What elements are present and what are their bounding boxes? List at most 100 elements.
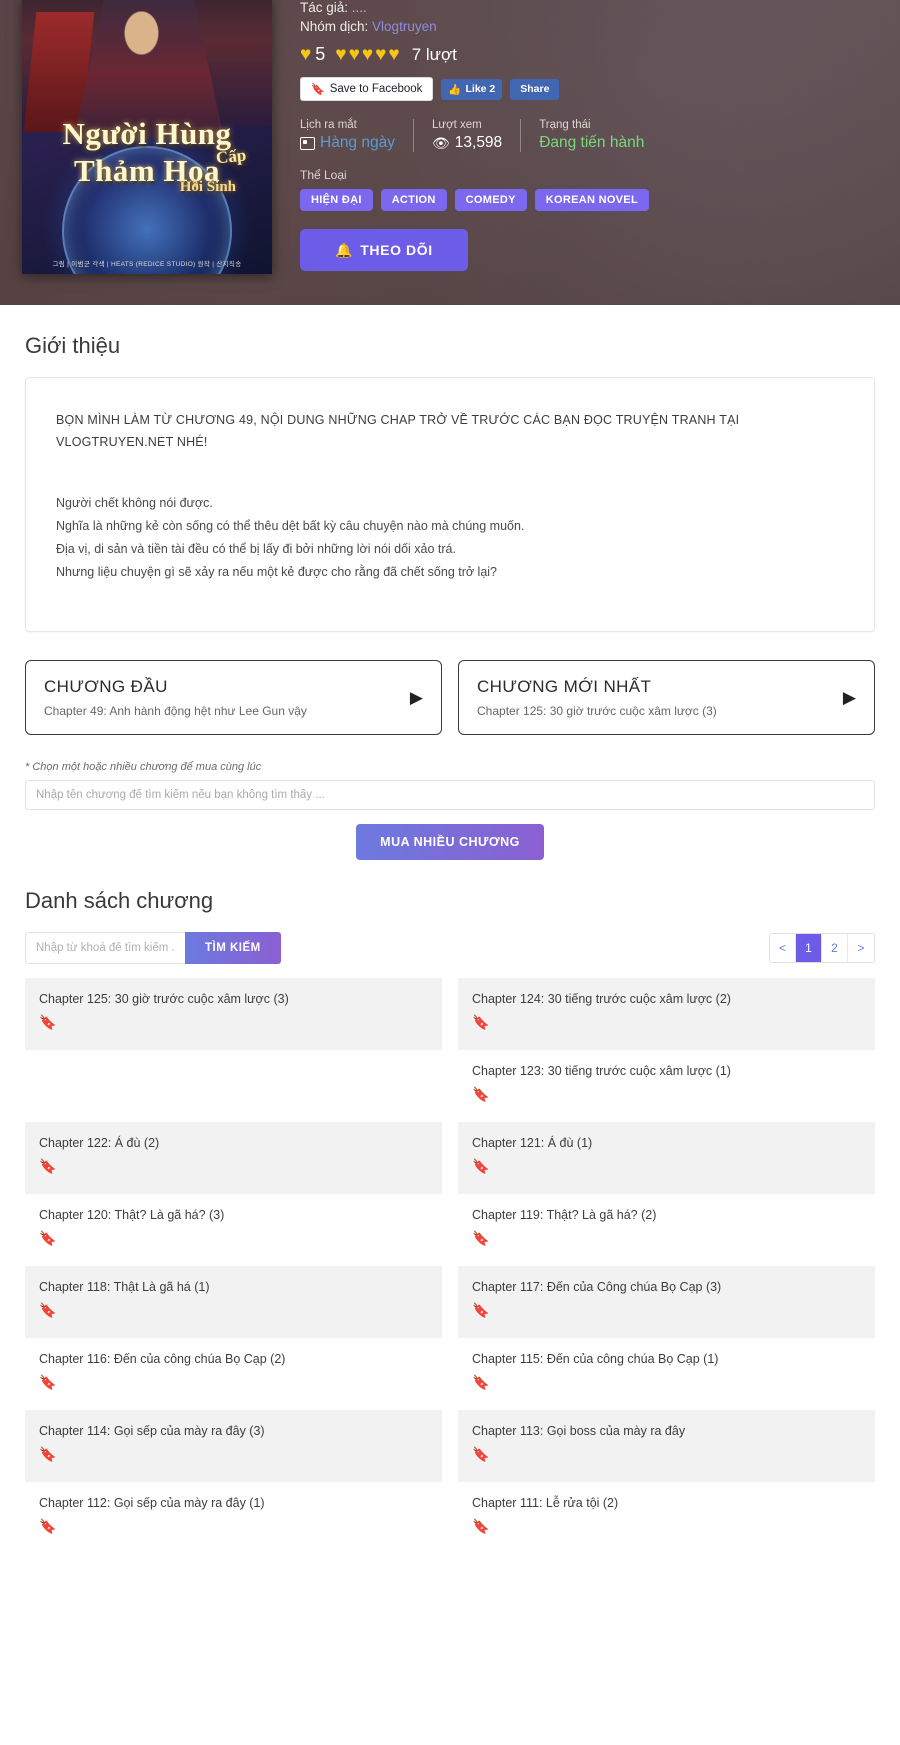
page-body: Giới thiệu BỌN MÌNH LÀM TỪ CHƯƠNG 49, NỘ… xyxy=(0,333,900,1554)
rating-count: 7 lượt xyxy=(411,44,457,64)
bookmark-icon[interactable]: 🔖 xyxy=(472,1231,861,1245)
facebook-like-label: Like 2 xyxy=(465,83,496,95)
chapter-item[interactable]: Chapter 114: Gọi sếp của mày ra đây (3) … xyxy=(25,1410,442,1482)
bookmark-icon[interactable]: 🔖 xyxy=(472,1159,861,1173)
chapter-grid: Chapter 125: 30 giờ trước cuộc xâm lược … xyxy=(25,978,875,1554)
cover-credits: 그림 | 이범군 각색 | HEATS (REDICE STUDIO) 원작 |… xyxy=(52,261,242,268)
pagination-prev[interactable]: < xyxy=(770,934,796,962)
chapter-item-label: Chapter 111: Lễ rửa tội (2) xyxy=(472,1496,619,1510)
heart-icon[interactable]: ♥ xyxy=(362,45,373,64)
description-box: BỌN MÌNH LÀM TỪ CHƯƠNG 49, NỘI DUNG NHỮN… xyxy=(25,377,875,632)
description-line: Nhưng liệu chuyện gì sẽ xảy ra nếu một k… xyxy=(56,565,498,580)
facebook-like-button[interactable]: 👍 Like 2 xyxy=(441,78,503,100)
genre-tag[interactable]: KOREAN NOVEL xyxy=(534,189,649,211)
chapter-item[interactable]: Chapter 124: 30 tiếng trước cuộc xâm lượ… xyxy=(458,978,875,1050)
save-to-facebook-button[interactable]: 🔖 Save to Facebook xyxy=(300,77,434,101)
genre-list: HIỆN ĐẠI ACTION COMEDY KOREAN NOVEL xyxy=(300,189,878,211)
author-row: Tác giả: .... xyxy=(300,0,878,15)
bulk-buy-search-input[interactable] xyxy=(25,780,875,810)
stat-value: Đang tiến hành xyxy=(539,134,645,151)
stats-row: Lịch ra mắt Hàng ngày Lượt xem 👁 13,598 … xyxy=(300,119,878,152)
bookmark-icon[interactable]: 🔖 xyxy=(39,1159,428,1173)
heart-icon[interactable]: ♥ xyxy=(388,45,399,64)
chapter-item[interactable]: Chapter 120: Thật? Là gã há? (3) 🔖 xyxy=(25,1194,442,1266)
chapter-search-button[interactable]: TÌM KIẾM xyxy=(185,932,281,964)
stat-label: Trạng thái xyxy=(539,119,591,131)
chapter-item[interactable]: Chapter 122: Á đù (2) 🔖 xyxy=(25,1122,442,1194)
chapter-column-right: Chapter 124: 30 tiếng trước cuộc xâm lượ… xyxy=(458,978,875,1554)
stat-value: Hàng ngày xyxy=(320,134,395,151)
stat-release-schedule: Lịch ra mắt Hàng ngày xyxy=(300,119,413,152)
genre-label: Thể Loại xyxy=(300,168,347,182)
stat-value-wrap: 👁 13,598 xyxy=(432,134,502,152)
comic-cover-image[interactable]: Người Hùng Thảm Họa Cấp Hồi Sinh 그림 | 이범… xyxy=(22,0,272,274)
bookmark-icon[interactable]: 🔖 xyxy=(39,1447,428,1461)
chapter-item[interactable]: Chapter 115: Đến của công chúa Bọ Cạp (1… xyxy=(458,1338,875,1410)
heart-icon[interactable]: ♥ xyxy=(349,45,360,64)
pagination-page-1[interactable]: 1 xyxy=(796,934,822,962)
chapter-item[interactable]: Chapter 117: Đến của Công chúa Bọ Cạp (3… xyxy=(458,1266,875,1338)
calendar-icon xyxy=(300,136,315,150)
pagination-next[interactable]: > xyxy=(848,934,874,962)
cover-column: Người Hùng Thảm Họa Cấp Hồi Sinh 그림 | 이범… xyxy=(22,0,272,305)
chapter-item[interactable]: Chapter 112: Gọi sếp của mày ra đây (1) … xyxy=(25,1482,442,1554)
heart-icon[interactable]: ♥ xyxy=(335,45,346,64)
chapter-item[interactable]: Chapter 123: 30 tiếng trước cuộc xâm lượ… xyxy=(458,1050,875,1122)
bookmark-icon[interactable]: 🔖 xyxy=(39,1519,428,1533)
save-to-facebook-label: Save to Facebook xyxy=(329,83,423,95)
bookmark-icon[interactable]: 🔖 xyxy=(472,1015,861,1029)
chapter-item[interactable]: Chapter 113: Gọi boss của mày ra đây 🔖 xyxy=(458,1410,875,1482)
facebook-share-label: Share xyxy=(520,83,550,95)
bookmark-icon[interactable]: 🔖 xyxy=(472,1519,861,1533)
team-value[interactable]: Vlogtruyen xyxy=(372,19,437,34)
team-row: Nhóm dịch: Vlogtruyen xyxy=(300,19,878,34)
chapter-item[interactable]: Chapter 118: Thật Là gã há (1) 🔖 xyxy=(25,1266,442,1338)
facebook-share-button[interactable]: Share xyxy=(510,78,560,100)
chapter-item[interactable]: Chapter 121: Á đù (1) 🔖 xyxy=(458,1122,875,1194)
description-paragraphs: Người chết không nói được. Nghĩa là nhữn… xyxy=(56,492,844,585)
hero-banner: Người Hùng Thảm Họa Cấp Hồi Sinh 그림 | 이범… xyxy=(0,0,900,305)
chapter-nav-row: CHƯƠNG ĐẦU Chapter 49: Anh hành động hệt… xyxy=(25,660,875,735)
chapter-item-placeholder xyxy=(25,1050,442,1122)
first-chapter-subtitle: Chapter 49: Anh hành động hệt như Lee Gu… xyxy=(44,704,307,718)
bulk-buy-button[interactable]: MUA NHIỀU CHƯƠNG xyxy=(356,824,544,860)
bookmark-icon[interactable]: 🔖 xyxy=(39,1231,428,1245)
stat-views: Lượt xem 👁 13,598 xyxy=(412,119,520,152)
bookmark-icon[interactable]: 🔖 xyxy=(472,1375,861,1389)
bookmark-icon[interactable]: 🔖 xyxy=(472,1087,861,1101)
chapter-item[interactable]: Chapter 111: Lễ rửa tội (2) 🔖 xyxy=(458,1482,875,1554)
chapter-item[interactable]: Chapter 125: 30 giờ trước cuộc xâm lược … xyxy=(25,978,442,1050)
pagination: < 1 2 > xyxy=(769,933,875,963)
follow-button-label: THEO DÕI xyxy=(360,242,433,258)
first-chapter-button[interactable]: CHƯƠNG ĐẦU Chapter 49: Anh hành động hệt… xyxy=(25,660,442,735)
chapter-column-left: Chapter 125: 30 giờ trước cuộc xâm lược … xyxy=(25,978,442,1554)
bookmark-icon[interactable]: 🔖 xyxy=(39,1303,428,1317)
stat-value: 13,598 xyxy=(454,134,503,151)
follow-button[interactable]: 🔔 THEO DÕI xyxy=(300,229,468,271)
rating-row[interactable]: ♥ 5 ♥ ♥ ♥ ♥ ♥ 7 lượt xyxy=(300,44,878,65)
bookmark-icon[interactable]: 🔖 xyxy=(472,1447,861,1461)
chapter-item-label: Chapter 117: Đến của Công chúa Bọ Cạp (3… xyxy=(472,1280,722,1294)
bell-icon: 🔔 xyxy=(335,241,354,258)
chapter-item-label: Chapter 119: Thật? Là gã há? (2) xyxy=(472,1208,657,1222)
genre-tag[interactable]: ACTION xyxy=(380,189,447,211)
stat-value-wrap: Đang tiến hành xyxy=(539,134,644,152)
genre-tag[interactable]: COMEDY xyxy=(454,189,527,211)
stat-value-wrap: Hàng ngày xyxy=(300,134,395,152)
chapter-search-input[interactable] xyxy=(25,932,185,964)
chapter-item[interactable]: Chapter 119: Thật? Là gã há? (2) 🔖 xyxy=(458,1194,875,1266)
heart-icon[interactable]: ♥ xyxy=(375,45,386,64)
genre-tag[interactable]: HIỆN ĐẠI xyxy=(300,189,373,211)
latest-chapter-button[interactable]: CHƯƠNG MỚI NHẤT Chapter 125: 30 giờ trướ… xyxy=(458,660,875,735)
chapter-item-label: Chapter 122: Á đù (2) xyxy=(39,1136,160,1150)
pagination-page-2[interactable]: 2 xyxy=(822,934,848,962)
cover-title: Người Hùng Thảm Họa Cấp Hồi Sinh xyxy=(22,117,272,194)
bookmark-icon[interactable]: 🔖 xyxy=(472,1303,861,1317)
chapter-item[interactable]: Chapter 116: Đến của công chúa Bọ Cạp (2… xyxy=(25,1338,442,1410)
hero-info-column: Tác giả: .... Nhóm dịch: Vlogtruyen ♥ 5 … xyxy=(272,0,878,305)
first-chapter-title: CHƯƠNG ĐẦU xyxy=(44,677,168,696)
bookmark-icon[interactable]: 🔖 xyxy=(39,1015,428,1029)
chapter-item-label: Chapter 125: 30 giờ trước cuộc xâm lược … xyxy=(39,992,289,1006)
bookmark-icon[interactable]: 🔖 xyxy=(39,1375,428,1389)
author-label: Tác giả: xyxy=(300,0,349,15)
